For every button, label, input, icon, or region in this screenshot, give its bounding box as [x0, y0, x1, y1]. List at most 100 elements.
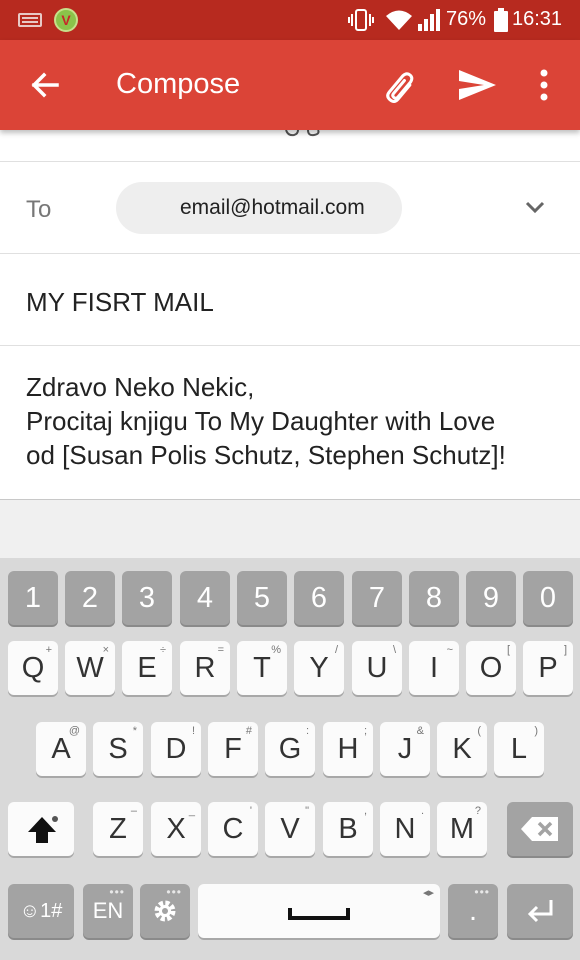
key-hint: ( [477, 725, 481, 737]
attach-icon[interactable] [376, 64, 422, 110]
key-label: O [479, 652, 503, 684]
to-label: To [26, 196, 52, 223]
key-label: S [108, 733, 128, 765]
key-t[interactable]: T% [237, 641, 287, 695]
key-d[interactable]: D! [151, 722, 201, 776]
settings-key[interactable]: ••• [140, 884, 190, 938]
key-hint: * [132, 725, 137, 737]
key-hint: ' [249, 805, 252, 817]
from-row[interactable] [0, 130, 580, 162]
key-hint: × [102, 644, 109, 656]
subject-text: MY FISRT MAIL [26, 287, 214, 317]
language-key[interactable]: EN ••• [83, 884, 133, 938]
to-row[interactable]: To email@hotmail.com [0, 162, 580, 254]
shift-key[interactable] [8, 802, 74, 856]
chevron-down-icon[interactable] [520, 192, 550, 222]
key-j[interactable]: J & [380, 722, 430, 776]
key-4[interactable]: 4 [180, 571, 230, 625]
period-label: . [468, 895, 478, 927]
key-hint: + [45, 644, 52, 656]
key-hint: ? [474, 805, 481, 817]
key-hint: \ [392, 644, 396, 656]
key-hint: @ [68, 725, 80, 737]
key-hint: ; [363, 725, 367, 737]
key-1[interactable]: 1 [8, 571, 58, 625]
backspace-key[interactable] [507, 802, 573, 856]
more-dots: ••• [166, 885, 182, 899]
key-e[interactable]: E ÷ [122, 641, 172, 695]
subject-field[interactable]: MY FISRT MAIL [0, 254, 580, 346]
key-hint: / [334, 644, 338, 656]
key-v[interactable]: V " [265, 802, 315, 856]
space-arrows: ◂▸ [422, 887, 434, 899]
key-5[interactable]: 5 [237, 571, 287, 625]
key-label: H [337, 733, 359, 765]
body-line: od [Susan Polis Schutz, Stephen Schutz]! [26, 440, 506, 470]
key-label: W [76, 652, 104, 684]
key-label: M [449, 813, 475, 845]
key-hint: ~ [446, 644, 453, 656]
key-l[interactable]: L) [494, 722, 544, 776]
key-label: R [194, 652, 216, 684]
key-y[interactable]: Y / [294, 641, 344, 695]
key-a[interactable]: A @ [36, 722, 86, 776]
back-arrow-icon[interactable] [22, 62, 68, 108]
keyboard-icon [18, 13, 42, 27]
status-bar: V 76% 16:31 [0, 0, 580, 40]
page-title: Compose [116, 68, 241, 100]
enter-key[interactable] [507, 884, 573, 938]
key-hint: , [363, 805, 367, 817]
app-icon: V [54, 8, 78, 32]
key-label: L [510, 733, 528, 765]
key-hint: = [217, 644, 224, 656]
key-w[interactable]: W × [65, 641, 115, 695]
backspace-icon [521, 817, 558, 841]
key-p[interactable]: P] [523, 641, 573, 695]
key-i[interactable]: I ~ [409, 641, 459, 695]
key-x[interactable]: X _ [151, 802, 201, 856]
key-0[interactable]: 0 [523, 571, 573, 625]
gear-icon [154, 900, 176, 922]
key-label: A [51, 733, 71, 765]
key-c[interactable]: C ' [208, 802, 258, 856]
key-label: C [222, 813, 244, 845]
key-q[interactable]: Q + [8, 641, 58, 695]
send-icon[interactable] [454, 62, 500, 108]
more-vert-icon[interactable] [528, 62, 560, 108]
more-dots: ••• [109, 885, 125, 899]
key-f[interactable]: F # [208, 722, 258, 776]
key-g[interactable]: G: [265, 722, 315, 776]
key-o[interactable]: O[ [466, 641, 516, 695]
key-m[interactable]: M? [437, 802, 487, 856]
key-label: Q [21, 652, 45, 684]
space-key[interactable]: ◂▸ [198, 884, 440, 938]
app-bar: Compose [0, 40, 580, 130]
key-label: N [394, 813, 416, 845]
key-h[interactable]: H; [323, 722, 373, 776]
enter-icon [527, 900, 553, 923]
key-2[interactable]: 2 [65, 571, 115, 625]
key-b[interactable]: B, [323, 802, 373, 856]
key-hint: _ [188, 805, 195, 817]
key-hint: ) [534, 725, 538, 737]
key-k[interactable]: K( [437, 722, 487, 776]
key-u[interactable]: U \ [352, 641, 402, 695]
message-body-field[interactable]: Zdravo Neko Nekic, Procitaj knjigu To My… [0, 346, 580, 500]
key-z[interactable]: Z – [93, 802, 143, 856]
key-r[interactable]: R = [180, 641, 230, 695]
key-8[interactable]: 8 [409, 571, 459, 625]
key-label: X [166, 813, 186, 845]
key-7[interactable]: 7 [352, 571, 402, 625]
recipient-chip[interactable]: email@hotmail.com [116, 182, 402, 234]
key-label: Z [109, 813, 127, 845]
key-n[interactable]: N. [380, 802, 430, 856]
key-hint: " [305, 805, 309, 817]
key-3[interactable]: 3 [122, 571, 172, 625]
key-s[interactable]: S * [93, 722, 143, 776]
key-9[interactable]: 9 [466, 571, 516, 625]
battery-percent: 76% [446, 8, 487, 30]
key-6[interactable]: 6 [294, 571, 344, 625]
clock: 16:31 [512, 8, 563, 30]
symbols-key[interactable]: ☺1# [8, 884, 74, 938]
period-key[interactable]: . ••• [448, 884, 498, 938]
